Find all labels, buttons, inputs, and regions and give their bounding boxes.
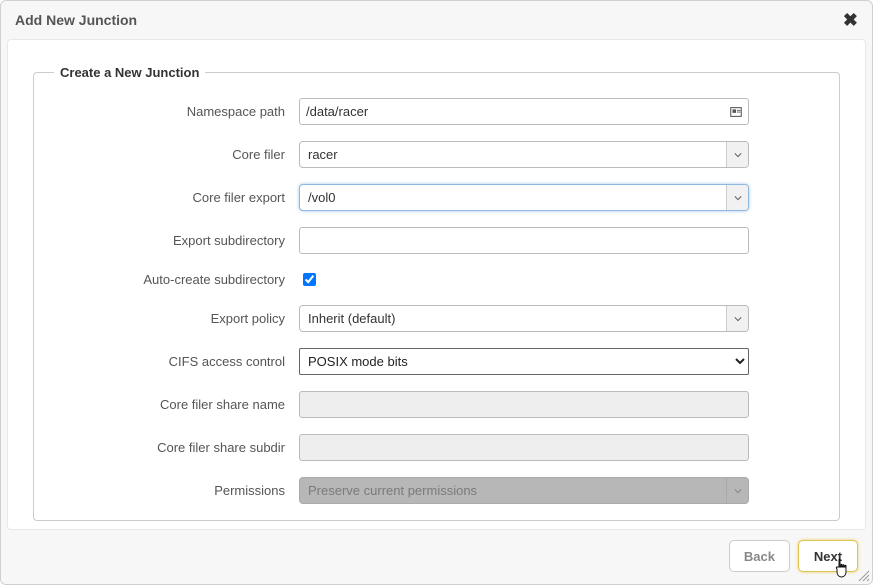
- dialog-add-new-junction: Add New Junction ✖ Create a New Junction…: [0, 0, 873, 585]
- core-filer-value: racer: [308, 147, 726, 162]
- row-auto-create: Auto-create subdirectory: [54, 270, 819, 289]
- close-icon[interactable]: ✖: [843, 11, 858, 29]
- dialog-footer: Back Next: [1, 530, 872, 584]
- row-export-policy: Export policy Inherit (default): [54, 305, 819, 332]
- share-name-input: [299, 391, 749, 418]
- label-cifs-access: CIFS access control: [54, 354, 299, 369]
- namespace-path-input[interactable]: [299, 98, 749, 125]
- permissions-value: Preserve current permissions: [308, 483, 726, 498]
- fieldset-create-junction: Create a New Junction Namespace path Cor…: [33, 65, 840, 521]
- label-namespace-path: Namespace path: [54, 104, 299, 119]
- label-share-subdir: Core filer share subdir: [54, 440, 299, 455]
- label-core-filer-export: Core filer export: [54, 190, 299, 205]
- next-button[interactable]: Next: [798, 540, 858, 572]
- chevron-down-icon: [726, 306, 748, 331]
- row-core-filer-export: Core filer export /vol0: [54, 184, 819, 211]
- row-export-subdir: Export subdirectory: [54, 227, 819, 254]
- core-filer-select[interactable]: racer: [299, 141, 749, 168]
- chevron-down-icon: [726, 185, 748, 210]
- row-permissions: Permissions Preserve current permissions: [54, 477, 819, 504]
- export-policy-select[interactable]: Inherit (default): [299, 305, 749, 332]
- label-export-policy: Export policy: [54, 311, 299, 326]
- auto-create-checkbox[interactable]: [303, 273, 316, 286]
- row-cifs-access: CIFS access control POSIX mode bits: [54, 348, 819, 375]
- export-subdirectory-input[interactable]: [299, 227, 749, 254]
- label-auto-create: Auto-create subdirectory: [54, 272, 299, 287]
- label-share-name: Core filer share name: [54, 397, 299, 412]
- chevron-down-icon: [726, 478, 748, 503]
- row-core-filer: Core filer racer: [54, 141, 819, 168]
- dialog-title: Add New Junction: [15, 12, 137, 28]
- export-policy-value: Inherit (default): [308, 311, 726, 326]
- row-share-name: Core filer share name: [54, 391, 819, 418]
- chevron-down-icon: [726, 142, 748, 167]
- dialog-header: Add New Junction ✖: [1, 1, 872, 39]
- fieldset-legend: Create a New Junction: [54, 65, 205, 80]
- share-subdir-input: [299, 434, 749, 461]
- back-button[interactable]: Back: [729, 540, 790, 572]
- label-export-subdir: Export subdirectory: [54, 233, 299, 248]
- label-core-filer: Core filer: [54, 147, 299, 162]
- row-namespace-path: Namespace path: [54, 98, 819, 125]
- dialog-body: Create a New Junction Namespace path Cor…: [7, 39, 866, 530]
- core-filer-export-select[interactable]: /vol0: [299, 184, 749, 211]
- permissions-select: Preserve current permissions: [299, 477, 749, 504]
- contact-card-icon[interactable]: [729, 105, 743, 119]
- label-permissions: Permissions: [54, 483, 299, 498]
- core-filer-export-value: /vol0: [308, 190, 726, 205]
- row-share-subdir: Core filer share subdir: [54, 434, 819, 461]
- cifs-access-select[interactable]: POSIX mode bits: [299, 348, 749, 375]
